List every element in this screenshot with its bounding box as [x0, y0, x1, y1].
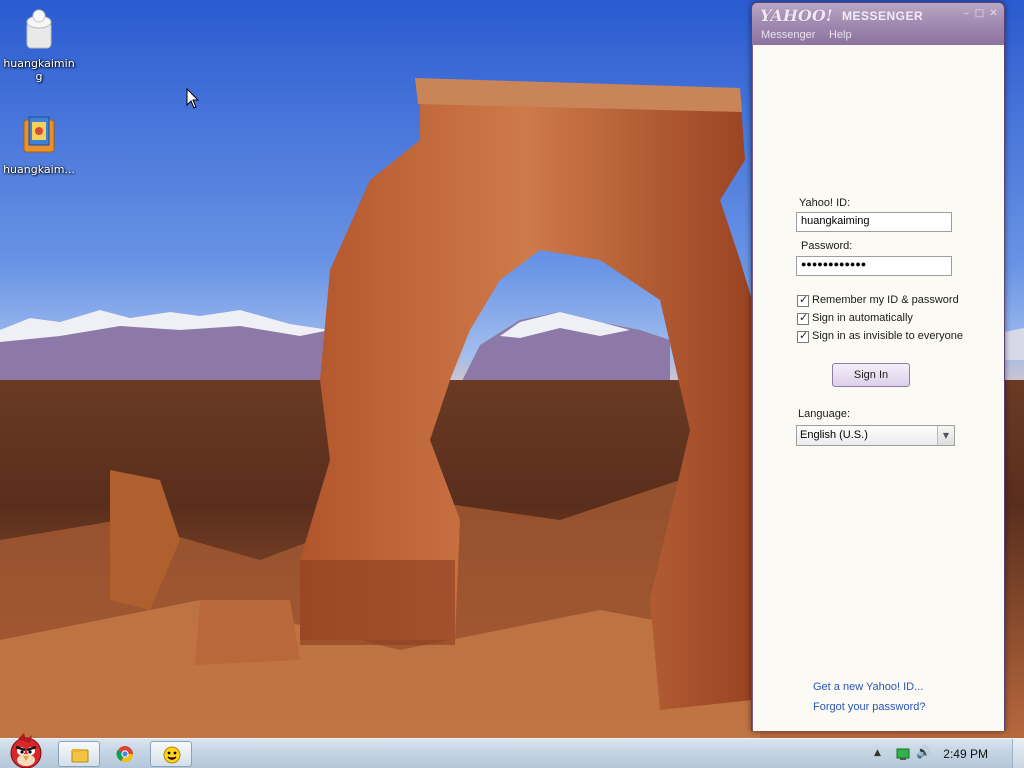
volume-icon[interactable]: 🔊 — [916, 745, 931, 759]
show-desktop-button[interactable] — [1012, 739, 1024, 768]
login-panel: Yahoo! ID: huangkaiming Password: ●●●●●●… — [753, 45, 1004, 731]
invisible-checkbox[interactable]: ✓ — [797, 329, 809, 343]
taskbar: ▲ 🔊 2:49 PM — [0, 733, 1024, 768]
network-icon[interactable] — [896, 747, 910, 761]
messenger-window: YAHOO! MESSENGER – □ ✕ Messenger Help Ya… — [751, 2, 1005, 731]
desktop-icon-huangkaiming[interactable]: huangkaiming — [1, 8, 77, 83]
folder-icon — [71, 749, 89, 763]
tray-expand-icon[interactable]: ▲ — [874, 748, 881, 758]
taskbar-clock[interactable]: 2:49 PM — [943, 747, 988, 761]
taskbar-messenger-button[interactable] — [150, 741, 192, 767]
remember-id-label: Remember my ID & password — [812, 294, 959, 306]
yahoo-logo: YAHOO! — [760, 6, 833, 25]
new-yahoo-id-link[interactable]: Get a new Yahoo! ID... — [813, 681, 923, 693]
password-label: Password: — [801, 240, 853, 252]
start-button-angry-bird-icon[interactable] — [2, 731, 50, 768]
check-icon: ✓ — [799, 329, 809, 342]
menu-messenger[interactable]: Messenger — [761, 29, 815, 41]
system-tray: ▲ 🔊 2:49 PM — [864, 739, 1024, 768]
taskbar-explorer-button[interactable] — [58, 741, 100, 767]
maximize-button[interactable]: □ — [974, 9, 985, 20]
app-title: MESSENGER — [842, 9, 924, 23]
forgot-password-link[interactable]: Forgot your password? — [813, 701, 926, 713]
language-value: English (U.S.) — [800, 429, 868, 441]
language-label: Language: — [798, 408, 850, 420]
sign-in-auto-checkbox[interactable]: ✓ — [797, 311, 809, 325]
desktop-icon-label: huangkaim... — [3, 163, 75, 176]
password-input[interactable]: ●●●●●●●●●●●● — [796, 256, 952, 276]
media-folder-icon — [23, 116, 55, 153]
chevron-down-icon[interactable]: ▼ — [937, 426, 954, 445]
yahoo-id-label: Yahoo! ID: — [799, 197, 851, 209]
menu-bar: Messenger Help — [752, 27, 1004, 45]
yahoo-smiley-icon — [163, 746, 181, 764]
yahoo-id-input[interactable]: huangkaiming — [796, 212, 952, 232]
sign-in-auto-label: Sign in automatically — [812, 312, 913, 324]
check-icon: ✓ — [799, 293, 809, 306]
sign-in-button[interactable]: Sign In — [832, 363, 910, 387]
menu-help[interactable]: Help — [829, 29, 852, 41]
mouse-cursor-icon — [186, 88, 200, 109]
messenger-titlebar[interactable]: YAHOO! MESSENGER – □ ✕ — [752, 3, 1004, 27]
taskbar-chrome-button[interactable] — [104, 741, 146, 767]
check-icon: ✓ — [799, 311, 809, 324]
remember-id-checkbox[interactable]: ✓ — [797, 293, 809, 307]
desktop-icon-label: huangkaiming — [3, 57, 75, 83]
minimize-button[interactable]: – — [961, 9, 972, 20]
language-select[interactable]: English (U.S.) ▼ — [796, 425, 955, 446]
close-button[interactable]: ✕ — [988, 9, 999, 20]
desktop-icon-huangkaim[interactable]: huangkaim... — [1, 114, 77, 176]
invisible-label: Sign in as invisible to everyone — [812, 330, 964, 342]
chrome-icon — [116, 746, 134, 763]
user-folder-icon — [26, 9, 52, 49]
